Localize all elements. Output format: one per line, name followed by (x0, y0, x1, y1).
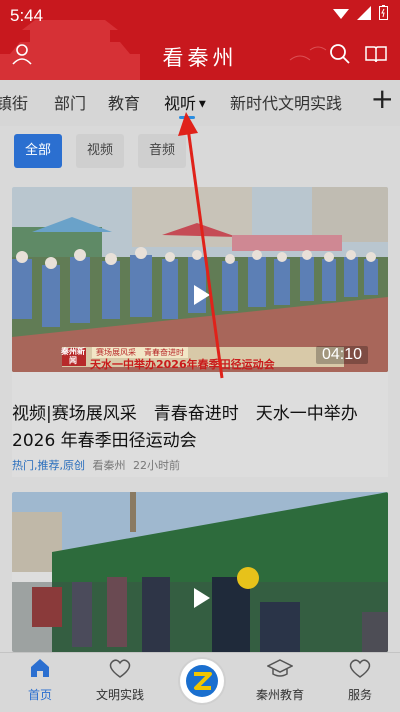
play-icon[interactable] (186, 281, 214, 309)
filter-all[interactable]: 全部 (14, 134, 62, 168)
play-icon[interactable] (186, 584, 214, 612)
card-source: 看秦州 (92, 459, 126, 472)
nav-home-label: 首页 (27, 688, 52, 702)
heart-icon (349, 659, 371, 678)
add-channel-icon[interactable]: + (371, 84, 394, 114)
filter-video[interactable]: 视频 (76, 134, 124, 168)
channel-tabs: 镇街 部门 教育 视听 ▼ 新时代文明实践 + (0, 80, 400, 126)
caret-down-icon: ▼ (196, 99, 206, 110)
filter-chips: 全部 视频 音频 (0, 126, 400, 178)
graduation-cap-icon (266, 659, 294, 677)
tab-indicator (179, 116, 195, 119)
signal-icon (357, 5, 371, 20)
wifi-icon (333, 8, 349, 19)
card-tags: 热门,推荐,原创 (12, 459, 85, 472)
construction-site-scene (12, 492, 388, 652)
nav-services-label: 服务 (347, 688, 372, 702)
banner-subtitle: 赛场展风采 青春奋进时 (92, 347, 188, 358)
battery-icon (379, 5, 388, 20)
read-icon[interactable] (364, 42, 388, 66)
card-time: 22小时前 (133, 459, 180, 472)
tab-civilization-practice[interactable]: 新时代文明实践 (230, 90, 342, 114)
nav-education-label: 秦州教育 (255, 688, 304, 702)
search-icon[interactable] (328, 42, 352, 66)
bottom-nav: 首页 文明实践 秦州教育 服务 (0, 652, 400, 712)
tab-education[interactable]: 教育 (108, 90, 140, 114)
heart-icon (109, 659, 131, 678)
sports-meet-scene (12, 187, 388, 372)
nav-services[interactable]: 服务 (325, 657, 395, 703)
banner-title: 天水一中举办2026年春季田径运动会 (90, 358, 275, 371)
video-thumbnail[interactable]: 秦州新闻 赛场展风采 青春奋进时 天水一中举办2026年春季田径运动会 04:1… (12, 187, 388, 372)
home-icon (31, 659, 49, 677)
video-title[interactable]: 视频|赛场展风采 青春奋进时 天水一中举办 2026 年春季田径运动会 (12, 401, 388, 455)
nav-civilization-label: 文明实践 (95, 688, 144, 702)
app-header: 5:44 看秦州 (0, 0, 400, 80)
video-duration: 04:10 (315, 346, 368, 364)
video-card[interactable] (12, 492, 388, 652)
video-card[interactable]: 秦州新闻 赛场展风采 青春奋进时 天水一中举办2026年春季田径运动会 04:1… (12, 187, 388, 477)
filter-audio[interactable]: 音频 (138, 134, 186, 168)
news-program-badge: 秦州新闻 (61, 347, 85, 365)
status-icons (333, 5, 388, 20)
nav-home[interactable]: 首页 (5, 657, 75, 703)
nav-qinzhou-education[interactable]: 秦州教育 (245, 657, 315, 703)
center-logo-icon[interactable] (180, 659, 224, 703)
video-thumbnail[interactable] (12, 492, 388, 652)
nav-civilization-practice[interactable]: 文明实践 (85, 657, 155, 703)
status-time: 5:44 (10, 6, 44, 25)
card-meta: 热门,推荐,原创 看秦州 22小时前 (12, 457, 180, 473)
tab-departments[interactable]: 部门 (54, 90, 86, 114)
tab-towns[interactable]: 镇街 (0, 90, 28, 114)
tab-audio-video-label: 视听 (164, 94, 197, 113)
tab-audio-video[interactable]: 视听 ▼ (164, 90, 206, 114)
